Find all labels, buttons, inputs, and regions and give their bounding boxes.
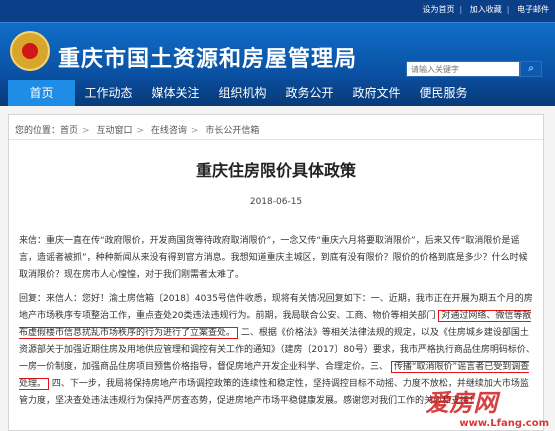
watermark-url: www.Lfang.com: [459, 418, 549, 429]
top-bar: 设为首页 | 加入收藏 | 电子邮件: [0, 0, 555, 22]
breadcrumb-mailbox[interactable]: 市长公开信箱: [205, 126, 259, 136]
add-favorite-link[interactable]: 加入收藏: [470, 5, 502, 14]
site-title: 重庆市国土资源和房屋管理局: [58, 47, 358, 72]
set-homepage-link[interactable]: 设为首页: [423, 5, 455, 14]
divider: [9, 139, 543, 140]
breadcrumb-home[interactable]: 您的位置：首页: [15, 126, 78, 136]
letter-text: 来信：重庆一直在传“政府限价，开发商国货等待政府取消限价”，一念又传“重庆六月将…: [19, 236, 528, 280]
nav-item-work-news[interactable]: 工作动态: [75, 80, 142, 106]
search-input[interactable]: [406, 61, 520, 77]
page-title: 重庆住房限价具体政策: [195, 161, 356, 180]
publish-date: 2018-06-15: [249, 197, 303, 207]
nav-item-media[interactable]: 媒体关注: [142, 80, 209, 106]
top-links: 设为首页 | 加入收藏 | 电子邮件: [422, 5, 550, 14]
search-button[interactable]: ⌕: [520, 61, 542, 77]
email-link[interactable]: 电子邮件: [517, 5, 549, 14]
watermark: 爱房网 www.Lfang.com: [425, 383, 549, 429]
watermark-logo: 爱房网: [425, 389, 498, 417]
national-emblem-icon: [10, 31, 50, 71]
nav-item-services[interactable]: 便民服务: [410, 80, 477, 106]
breadcrumb-consult[interactable]: 在线咨询: [151, 126, 187, 136]
nav-item-public-affairs[interactable]: 政务公开: [276, 80, 343, 106]
breadcrumb-interaction[interactable]: 互动窗口: [96, 126, 132, 136]
main-nav: 首页 工作动态 媒体关注 组织机构 政务公开 政府文件 便民服务: [0, 80, 555, 106]
search-icon: ⌕: [528, 63, 534, 74]
site-header: 重庆市国土资源和房屋管理局 ⌕: [0, 22, 555, 80]
nav-item-organization[interactable]: 组织机构: [209, 80, 276, 106]
nav-item-home[interactable]: 首页: [8, 80, 75, 106]
breadcrumb: 您的位置：首页 > 互动窗口 > 在线咨询 > 市长公开信箱: [15, 126, 260, 136]
nav-item-government-docs[interactable]: 政府文件: [343, 80, 410, 106]
